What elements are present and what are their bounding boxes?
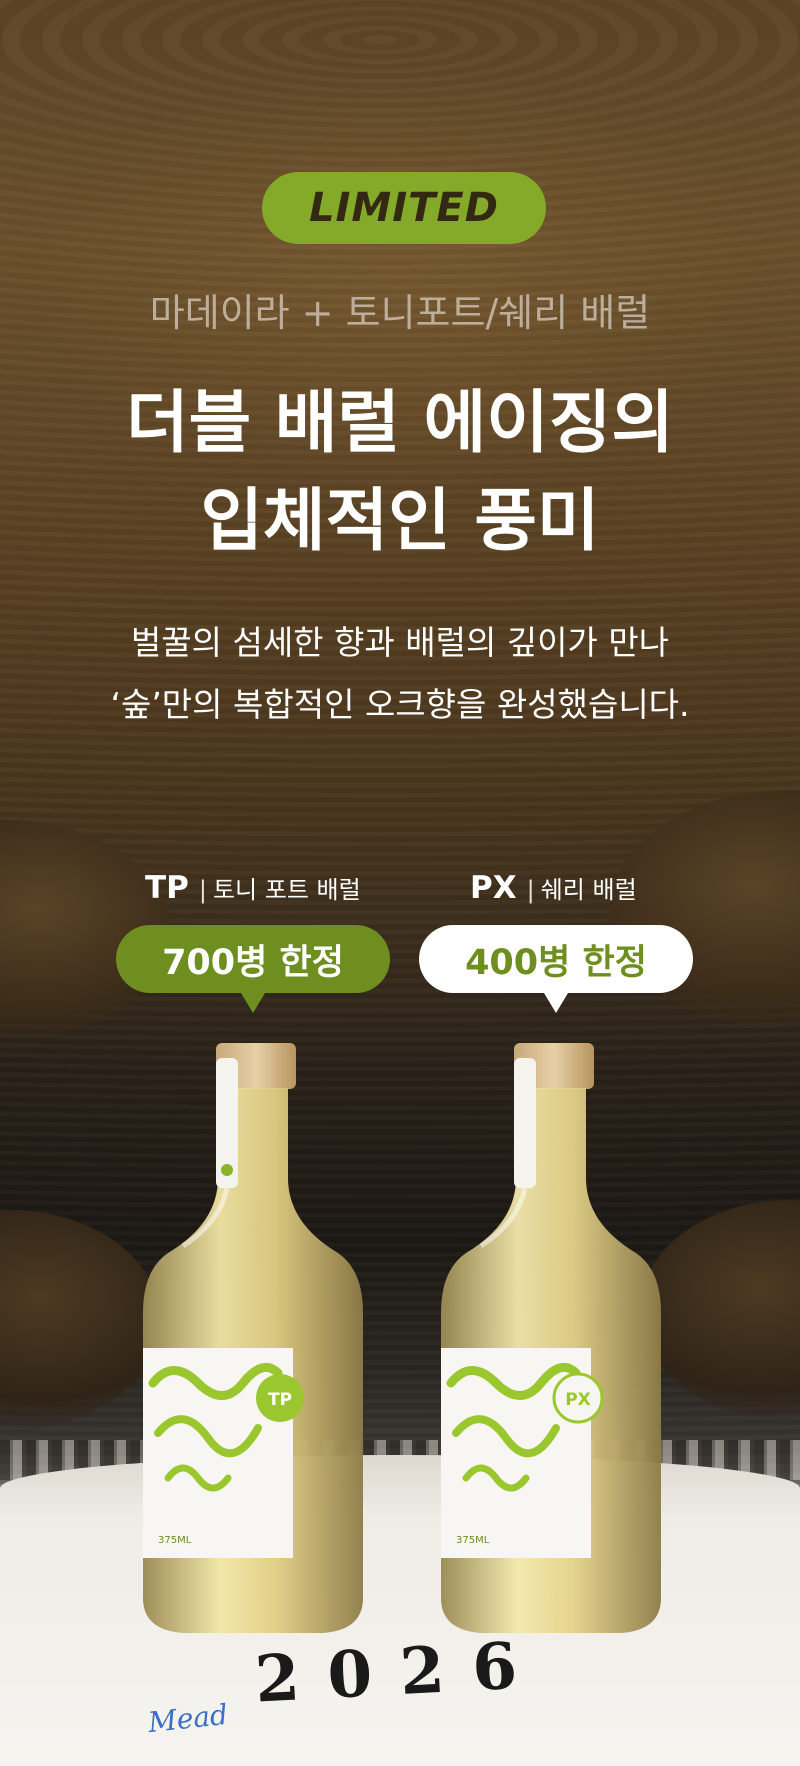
barrel-subtitle: 마데이라 + 토니포트/쉐리 배럴 — [149, 291, 651, 335]
label-separator: | — [526, 876, 535, 904]
headline-line-1: 더블 배럴 에이징의 — [126, 384, 674, 463]
product-name: 토니 포트 배럴 — [212, 876, 361, 904]
headline: 더블 배럴 에이징의 입체적인 풍미 — [0, 375, 800, 571]
product-code: TP — [145, 870, 189, 906]
bottle-px-image: PX 375ML — [441, 1043, 661, 1633]
svg-text:TP: TP — [268, 1390, 292, 1410]
bottle-tp-image: TP 375ML — [143, 1043, 363, 1633]
svg-text:PX: PX — [565, 1390, 591, 1410]
description: 벌꿀의 섬세한 향과 배럴의 깊이가 만나 ‘숲’만의 복합적인 오크향을 완성… — [0, 612, 800, 736]
headline-line-2: 입체적인 풍미 — [200, 482, 600, 561]
product-label-tp: TP | 토니 포트 배럴 — [145, 870, 361, 906]
svg-text:375ML: 375ML — [158, 1535, 192, 1546]
description-line-2: ‘숲’만의 복합적인 오크향을 완성했습니다. — [110, 685, 690, 724]
product-label-px: PX | 쉐리 배럴 — [470, 870, 637, 906]
table-top — [0, 1455, 800, 1766]
product-name: 쉐리 배럴 — [540, 876, 637, 904]
label-separator: | — [198, 876, 207, 904]
product-code: PX — [470, 870, 517, 906]
promo-page: LIMITED 마데이라 + 토니포트/쉐리 배럴 더블 배럴 에이징의 입체적… — [0, 0, 800, 1766]
limit-bubble-px: 400병 한정 — [419, 925, 693, 1013]
svg-text:375ML: 375ML — [456, 1535, 490, 1546]
limit-bubble-tp: 700병 한정 — [116, 925, 390, 1013]
limited-badge: LIMITED — [262, 172, 546, 244]
background-barrel — [610, 790, 800, 1030]
description-line-1: 벌꿀의 섬세한 향과 배럴의 깊이가 만나 — [130, 623, 670, 662]
